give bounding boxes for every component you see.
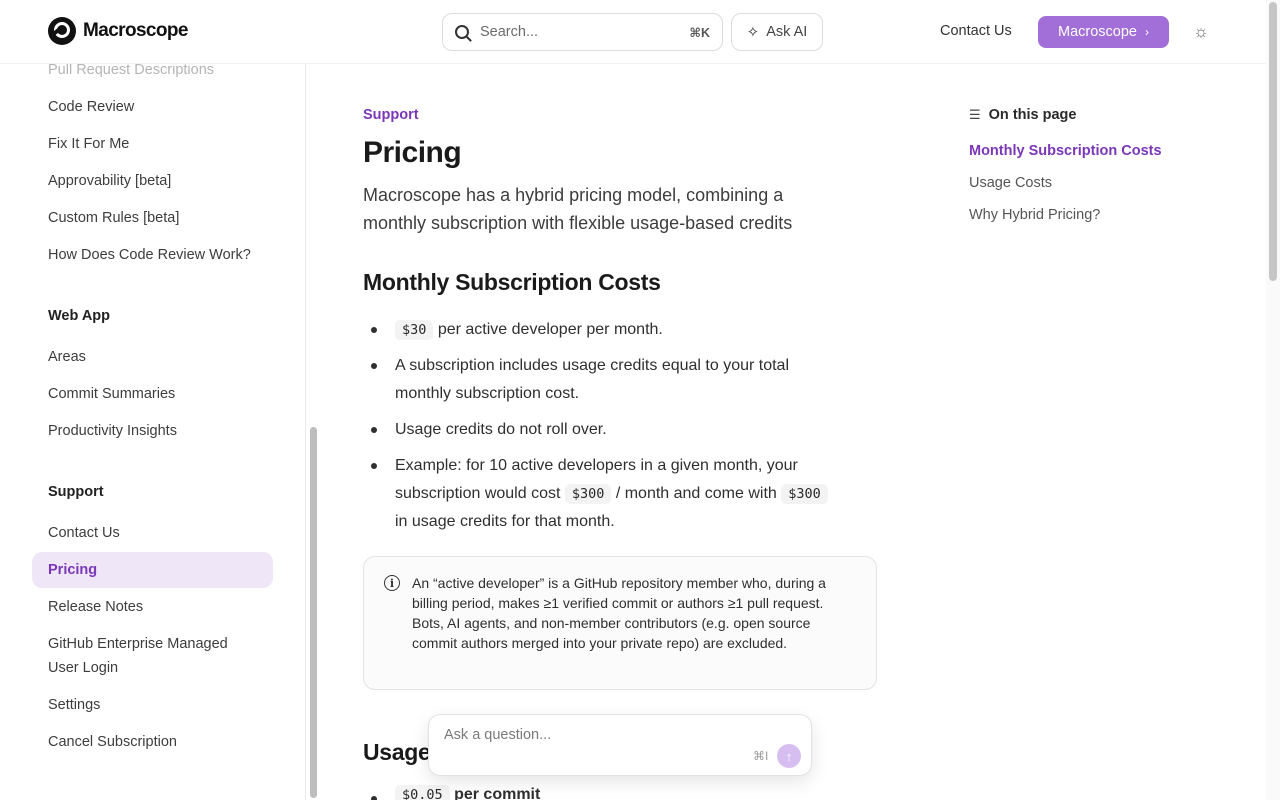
search-icon (455, 25, 469, 39)
section-eyebrow: Support (363, 107, 419, 123)
monthly-subscription-heading: Monthly Subscription Costs (363, 269, 661, 295)
macroscope-logo-icon (48, 17, 76, 45)
sidebar-heading-web-app: Web App (48, 308, 111, 324)
sidebar-nav: Pull Request Descriptions Code Review Fi… (0, 64, 306, 800)
chevron-right-icon: › (1144, 25, 1149, 39)
cta-label: Macroscope (1058, 24, 1137, 40)
sidebar-item-settings[interactable]: Settings (32, 687, 273, 723)
toc-item-monthly-subscription-costs[interactable]: Monthly Subscription Costs (969, 143, 1162, 159)
list-item: $30 per active developer per month. (363, 316, 843, 344)
info-icon: i (384, 575, 400, 591)
toc-heading-label: On this page (988, 107, 1077, 123)
sidebar-item-release-notes[interactable]: Release Notes (32, 589, 273, 625)
sidebar-item-how-code-review-works[interactable]: How Does Code Review Work? (32, 237, 273, 273)
sidebar-item-cancel-subscription[interactable]: Cancel Subscription (32, 724, 273, 760)
sparkle-icon: ✧ (746, 24, 760, 41)
brand-logo[interactable]: Macroscope (48, 17, 188, 45)
ask-question-input[interactable]: Ask a question... (444, 727, 551, 743)
list-item: Example: for 10 active developers in a g… (363, 452, 843, 536)
contact-us-link[interactable]: Contact Us (940, 23, 1012, 39)
toc-heading: ☰ On this page (969, 107, 1076, 123)
brand-name: Macroscope (83, 20, 188, 41)
subscription-bullets: $30 per active developer per month. A su… (363, 316, 843, 544)
send-arrow-icon[interactable]: ↑ (777, 744, 801, 768)
sidebar-item-fix-it-for-me[interactable]: Fix It For Me (32, 126, 273, 162)
price-code: $300 (564, 484, 612, 504)
search-shortcut: ⌘K (689, 25, 710, 40)
sidebar-heading-support: Support (48, 484, 104, 500)
page-lead: Macroscope has a hybrid pricing model, c… (363, 185, 793, 233)
ask-ai-label: Ask AI (766, 24, 808, 40)
price-code: $0.05 (395, 785, 450, 800)
usage-costs-heading: Usage (363, 739, 431, 765)
ask-shortcut: ⌘I (753, 749, 769, 763)
list-item: $0.05 per commit (363, 785, 541, 800)
sidebar-item-custom-rules[interactable]: Custom Rules [beta] (32, 200, 273, 236)
sidebar-item-github-enterprise[interactable]: GitHub Enterprise Managed User Login (32, 629, 252, 683)
sidebar-item-productivity-insights[interactable]: Productivity Insights (32, 413, 273, 449)
active-developer-note: An “active developer” is a GitHub reposi… (363, 556, 877, 690)
sidebar-item-commit-summaries[interactable]: Commit Summaries (32, 376, 273, 412)
sidebar-item-code-review[interactable]: Code Review (32, 89, 273, 125)
list-item: A subscription includes usage credits eq… (363, 352, 843, 408)
sidebar-item-pricing[interactable]: Pricing (32, 552, 273, 588)
sun-icon[interactable]: ☼ (1192, 22, 1210, 41)
list-item: Usage credits do not roll over. (363, 416, 843, 444)
sidebar-item-pull-request-descriptions[interactable]: Pull Request Descriptions (32, 64, 273, 88)
ask-ai-button[interactable]: ✧ Ask AI (731, 13, 823, 51)
top-header: Macroscope Search... ⌘K ✧ Ask AI Contact… (0, 0, 1266, 64)
list-item-text: in usage credits for that month. (395, 513, 615, 530)
list-item-text: per active developer per month. (433, 321, 663, 338)
sidebar-item-contact-us[interactable]: Contact Us (32, 515, 273, 551)
list-icon: ☰ (969, 107, 981, 122)
list-item-text: per commit (449, 786, 541, 800)
page-scrollbar-thumb[interactable] (1269, 2, 1277, 281)
price-code: $30 (395, 320, 434, 340)
sidebar-item-areas[interactable]: Areas (32, 339, 273, 375)
note-text: An “active developer” is a GitHub reposi… (412, 575, 826, 651)
page-title: Pricing (363, 136, 462, 169)
search-placeholder: Search... (480, 24, 539, 40)
sidebar-scrollbar-thumb[interactable] (310, 427, 317, 798)
list-item-text: / month and come with (611, 485, 782, 502)
macroscope-cta-button[interactable]: Macroscope › (1038, 16, 1169, 48)
ask-question-box[interactable]: Ask a question... ⌘I ↑ (428, 714, 812, 776)
toc-item-why-hybrid-pricing[interactable]: Why Hybrid Pricing? (969, 207, 1100, 223)
toc-item-usage-costs[interactable]: Usage Costs (969, 175, 1052, 191)
price-code: $300 (781, 484, 828, 504)
sidebar-item-approvability[interactable]: Approvability [beta] (32, 163, 273, 199)
search-input[interactable]: Search... ⌘K (442, 13, 723, 51)
